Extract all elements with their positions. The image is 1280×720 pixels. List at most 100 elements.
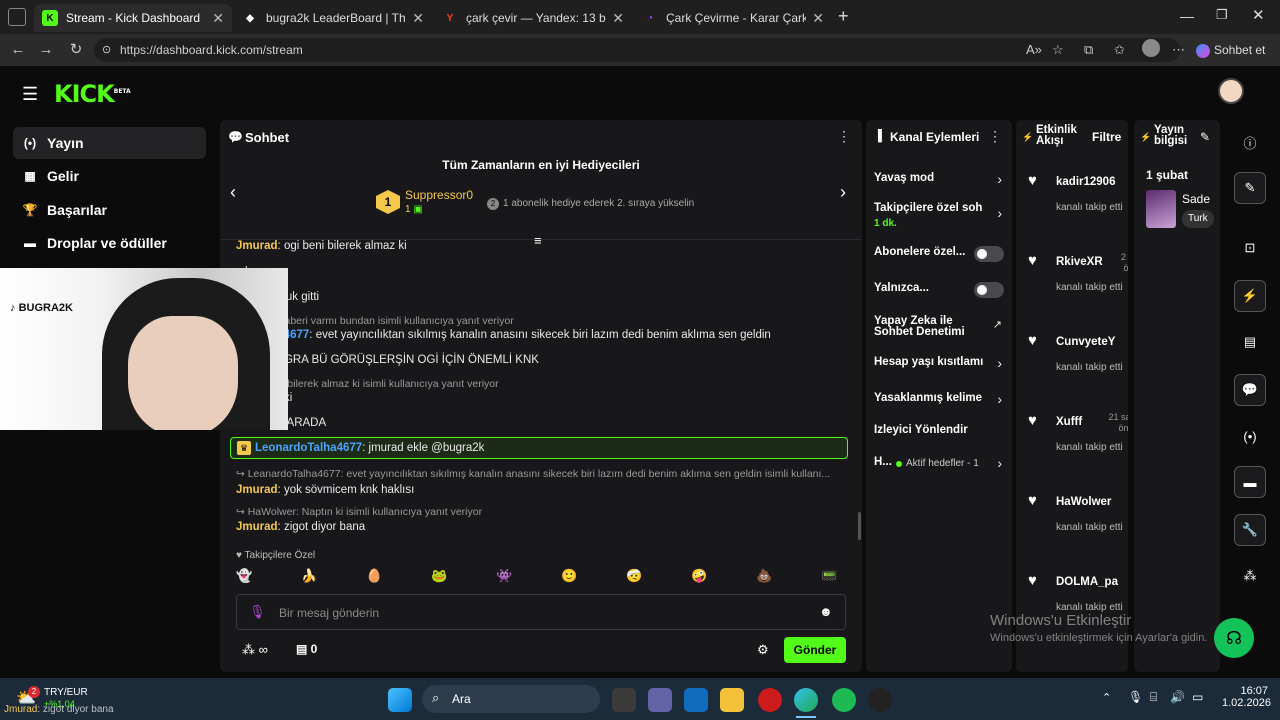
file-explorer-icon[interactable]: [720, 688, 744, 712]
notes-icon[interactable]: ▤: [1234, 326, 1266, 358]
chat-message[interactable]: rdoTalha4677: evet yayıncılıktan sıkılmı…: [236, 329, 771, 341]
obs-icon[interactable]: [868, 688, 892, 712]
chat-message[interactable]: Jmurad: yok sövmicem knk haklısı: [236, 484, 414, 496]
profile-icon[interactable]: [1142, 39, 1160, 57]
emote-icon[interactable]: 🤕: [626, 568, 642, 584]
extensions-icon[interactable]: ⧉: [1084, 42, 1093, 58]
teams-icon[interactable]: [648, 688, 672, 712]
activity-event[interactable]: ♥ RkiveXR kanalı takip etti 2 sa önc: [1026, 252, 1128, 312]
emote-icon[interactable]: 📟: [821, 568, 837, 584]
tab-close-icon[interactable]: ✕: [812, 10, 824, 27]
clock[interactable]: 16:07 1.02.2026: [1222, 685, 1271, 709]
community-icon[interactable]: ⁂: [1234, 560, 1266, 592]
store-icon[interactable]: ▤ 0: [296, 642, 317, 656]
browser-tab[interactable]: ◆ bugra2k LeaderBoard | The best C ✕: [234, 4, 432, 32]
collections-icon[interactable]: ✩: [1114, 42, 1125, 58]
browser-tab[interactable]: K Stream - Kick Dashboard ✕: [34, 4, 232, 32]
task-view-icon[interactable]: [612, 688, 636, 712]
browser-tab[interactable]: Yçark çevir — Yandex: 13 bin sonuç ✕: [434, 4, 632, 32]
chat-message[interactable]: Jmurad: zigot diyor bana: [236, 521, 365, 533]
edit-pencil-icon[interactable]: ✎: [1200, 130, 1210, 144]
volume-icon[interactable]: 🔊: [1170, 690, 1185, 704]
minimize-button[interactable]: —: [1180, 8, 1194, 24]
channel-action-item[interactable]: H... Aktif hedefler - 1 ›: [866, 455, 1012, 484]
emote-icon[interactable]: 🍌: [301, 568, 317, 584]
channel-action-item[interactable]: Yalnızca...: [866, 282, 1012, 300]
broadcast-rail-icon[interactable]: (•): [1234, 420, 1266, 452]
message-username[interactable]: Jmurad: [236, 521, 278, 533]
toggle-switch[interactable]: [974, 282, 1004, 298]
opera-icon[interactable]: [758, 688, 782, 712]
tab-close-icon[interactable]: ✕: [412, 10, 424, 27]
read-aloud-icon[interactable]: A»: [1026, 42, 1042, 57]
emote-icon[interactable]: 🤪: [691, 568, 707, 584]
message-username[interactable]: LeonardoTalha4677: [255, 442, 362, 454]
hamburger-menu-icon[interactable]: ☰: [22, 84, 38, 105]
points-icon[interactable]: ⁂ ∞: [242, 642, 268, 658]
emote-icon[interactable]: 💩: [756, 568, 772, 584]
scroll-to-bottom-icon[interactable]: ≡: [534, 233, 542, 248]
copilot-button[interactable]: Sohbet et: [1196, 38, 1265, 62]
url-field[interactable]: ⊙ https://dashboard.kick.com/stream: [94, 38, 1180, 62]
spotify-icon[interactable]: [832, 688, 856, 712]
edit-icon[interactable]: ✎: [1234, 172, 1266, 204]
emoji-icon[interactable]: ☻: [819, 604, 833, 619]
support-chat-icon[interactable]: ☊: [1214, 618, 1254, 658]
toggle-switch[interactable]: [974, 246, 1004, 262]
chat-input[interactable]: 🎙 Bir mesaj gönderin ☻: [236, 594, 846, 630]
browser-menu-icon[interactable]: [8, 8, 26, 26]
chat-menu-icon[interactable]: ⋮: [837, 128, 851, 145]
emote-icon[interactable]: 🥚: [366, 568, 382, 584]
emote-icon[interactable]: 👻: [236, 568, 252, 584]
activity-event[interactable]: ♥ HaWolwer kanalı takip etti 8: [1026, 492, 1126, 552]
back-icon[interactable]: ←: [8, 40, 28, 60]
mic-tray-icon[interactable]: 🎙: [1128, 690, 1143, 704]
top-gifter-name[interactable]: Suppressor0: [405, 188, 473, 202]
sidebar-item-basarilar[interactable]: 🏆 Başarılar: [13, 194, 206, 226]
channel-action-item[interactable]: İzleyici Yönlendir: [866, 424, 1012, 442]
clip-icon[interactable]: ⊡: [1234, 232, 1266, 264]
windows-start-icon[interactable]: [388, 688, 412, 712]
tab-close-icon[interactable]: ✕: [212, 10, 224, 27]
taskbar-search[interactable]: ⌕ Ara: [422, 685, 600, 713]
channel-action-item[interactable]: Takipçilere özel soh 1 dk. ›: [866, 202, 1012, 230]
forward-icon[interactable]: →: [36, 40, 56, 60]
kick-logo[interactable]: KICKBETA: [54, 80, 131, 108]
category-thumbnail[interactable]: [1146, 190, 1176, 228]
channel-action-item[interactable]: Yapay Zeka ile Sohbet Denetimi ↗: [866, 315, 1012, 344]
maximize-button[interactable]: ❐: [1216, 7, 1228, 23]
emote-icon[interactable]: 🐸: [431, 568, 447, 584]
next-arrow-icon[interactable]: ›: [840, 182, 846, 203]
close-window-button[interactable]: ✕: [1252, 6, 1265, 24]
site-info-icon[interactable]: ⊙: [102, 38, 111, 62]
network-icon[interactable]: ⌸: [1150, 690, 1157, 705]
favorite-icon[interactable]: ☆: [1052, 42, 1064, 58]
edge-icon[interactable]: [794, 688, 818, 712]
emote-icon[interactable]: 🙂: [561, 568, 577, 584]
browser-tab[interactable]: ◔ Çark Çevirme - Karar Çarkı! ✕: [634, 4, 832, 32]
channel-action-item[interactable]: Abonelere özel...: [866, 246, 1012, 264]
message-username[interactable]: Jmurad: [236, 484, 278, 496]
tab-close-icon[interactable]: ✕: [612, 10, 624, 27]
sidebar-item-gelir[interactable]: ▦ Gelir: [13, 160, 206, 192]
chat-message[interactable]: Jmurad: ogi beni bilerek almaz ki: [236, 240, 407, 252]
tray-chevron-icon[interactable]: ⌃: [1102, 691, 1111, 704]
send-button[interactable]: Gönder: [784, 637, 846, 663]
lightning-icon[interactable]: ⚡: [1234, 280, 1266, 312]
store-app-icon[interactable]: [684, 688, 708, 712]
highlighted-message[interactable]: ♛ LeonardoTalha4677: jmurad ekle @bugra2k: [230, 437, 848, 459]
filter-button[interactable]: Filtre: [1092, 130, 1121, 144]
channel-action-item[interactable]: Hesap yaşı kısıtlamı ›: [866, 355, 1012, 374]
mod-tools-icon[interactable]: ▬: [1234, 466, 1266, 498]
sidebar-item-yayin[interactable]: (•) Yayın: [13, 127, 206, 159]
chat-icon[interactable]: 💬: [1234, 374, 1266, 406]
chat-scrollbar[interactable]: [858, 512, 861, 540]
sidebar-item-droplar[interactable]: ▬ Droplar ve ödüller: [13, 227, 206, 259]
activity-event[interactable]: ♥ kadir12906 kanalı takip etti: [1026, 172, 1126, 232]
prev-arrow-icon[interactable]: ‹: [230, 182, 236, 203]
user-avatar[interactable]: [1218, 78, 1244, 104]
microphone-icon[interactable]: 🎙: [249, 604, 266, 620]
activity-event[interactable]: ♥ Xufff kanalı takip etti 21 saat önce: [1026, 412, 1128, 472]
battery-icon[interactable]: ▭: [1192, 690, 1203, 704]
more-icon[interactable]: ⋯: [1172, 42, 1185, 58]
